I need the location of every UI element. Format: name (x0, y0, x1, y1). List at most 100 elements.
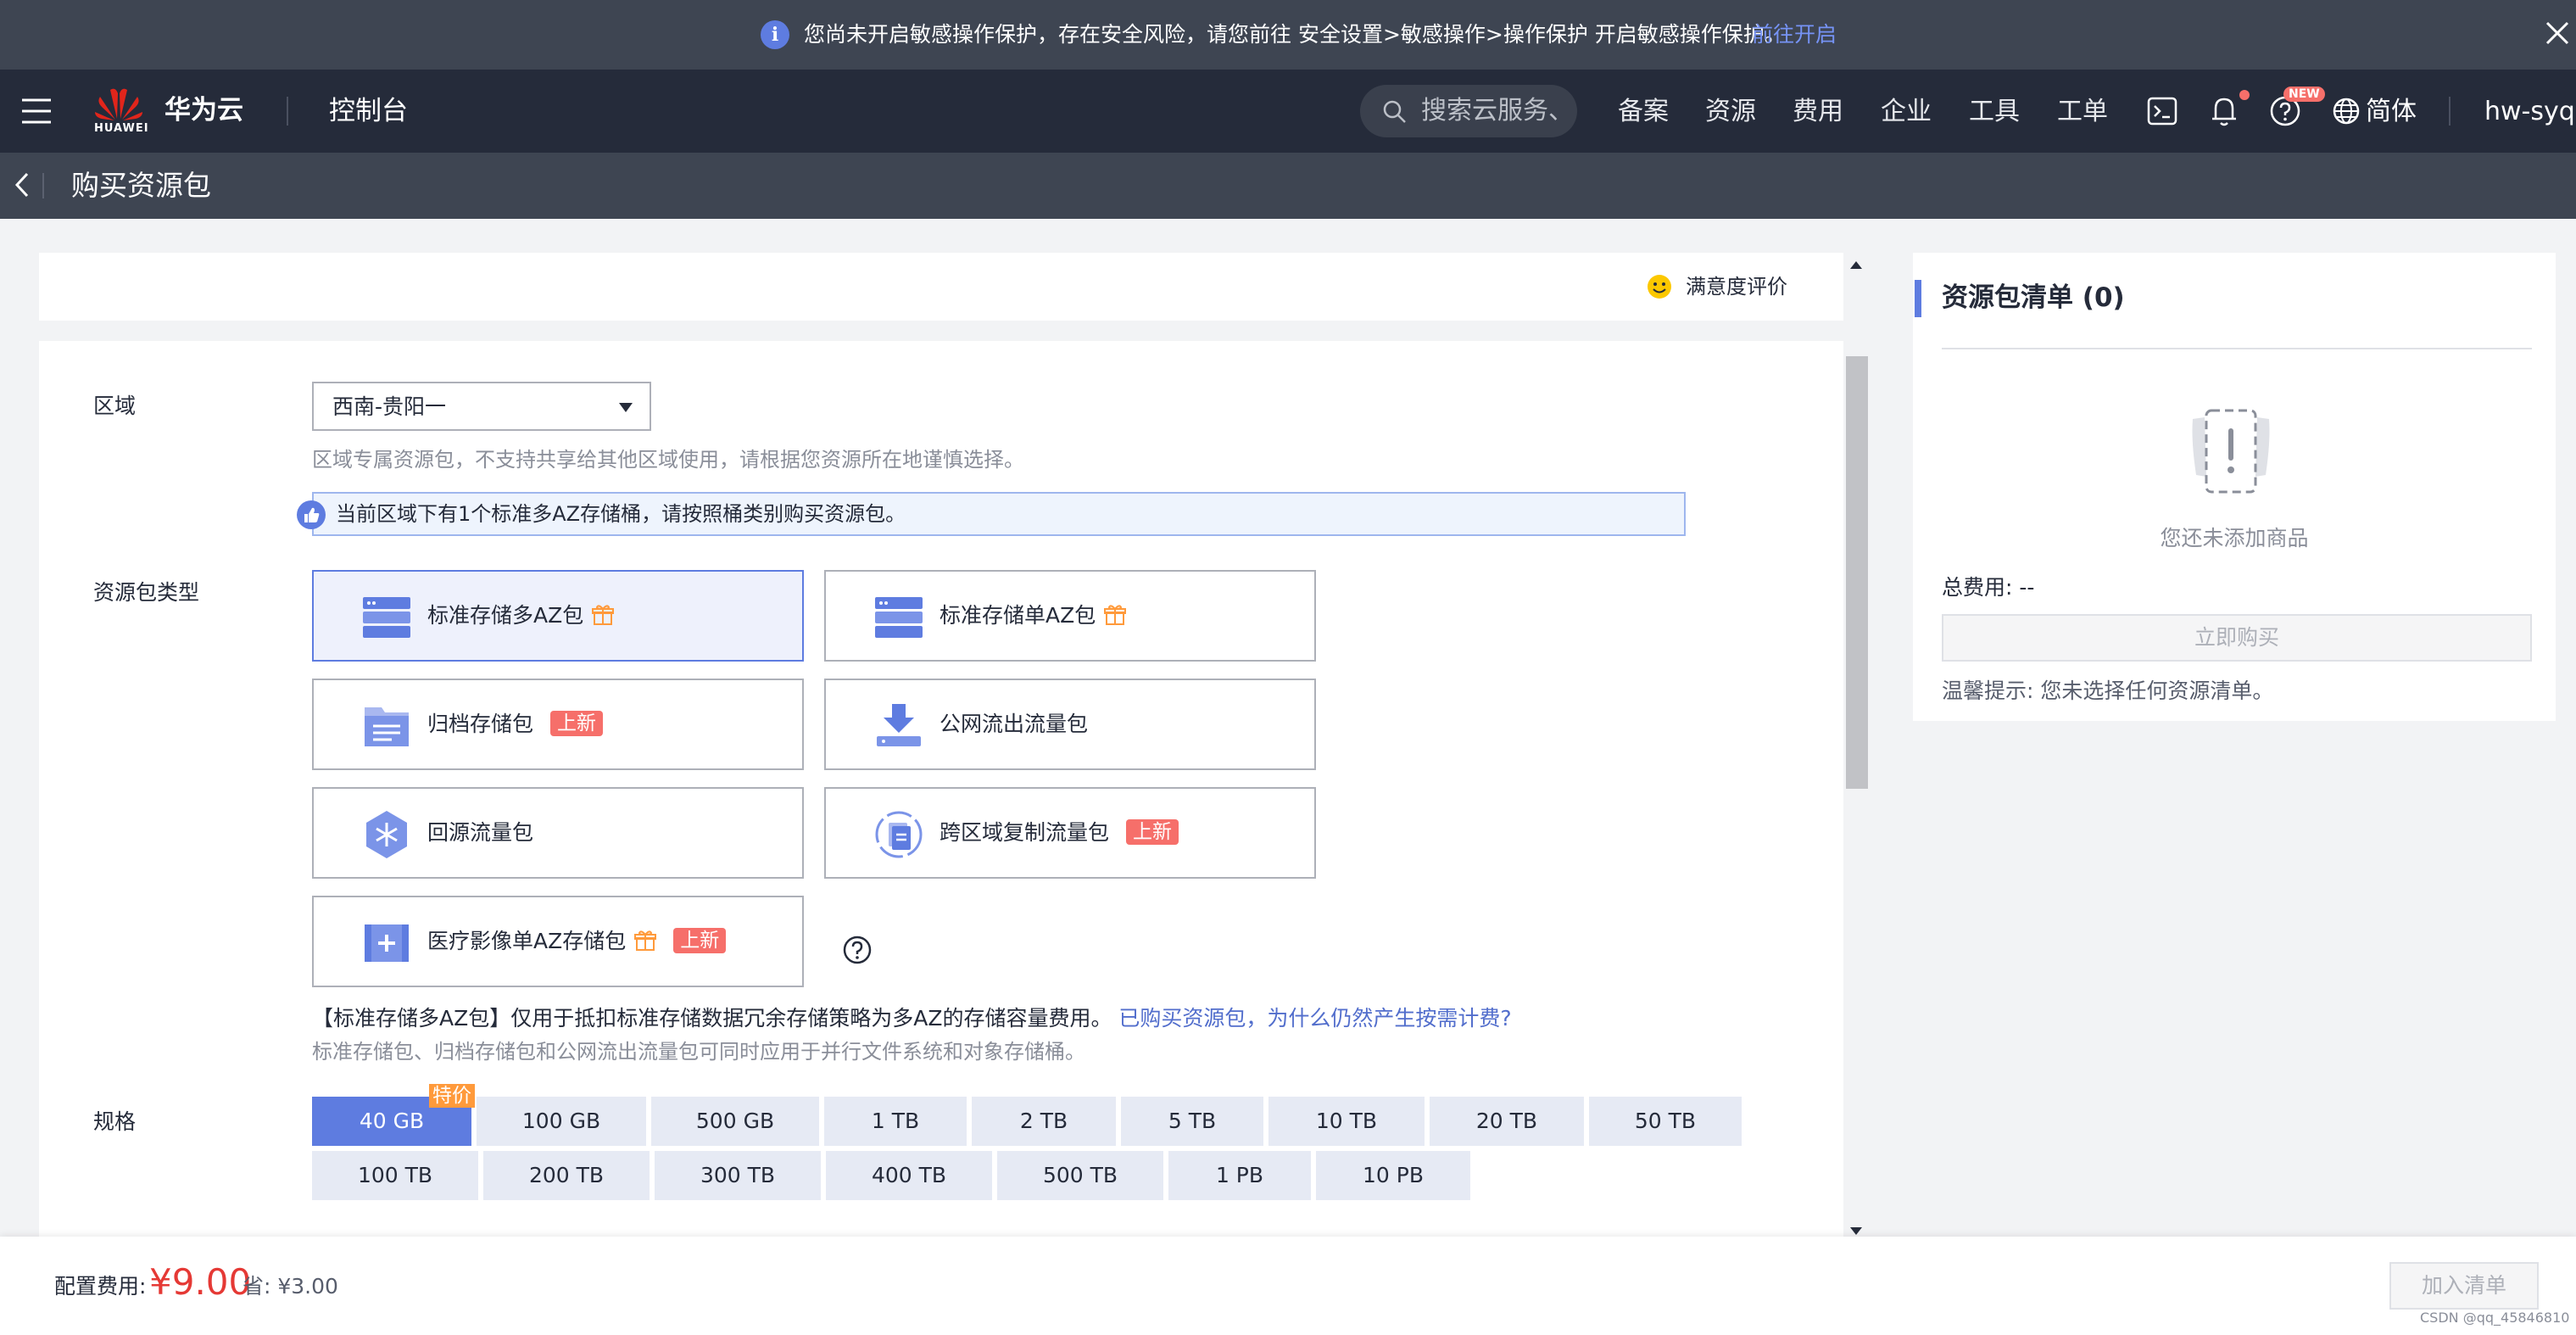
nav-tickets[interactable]: 工单 (2057, 93, 2108, 131)
spec-option[interactable]: 1 PB (1168, 1151, 1311, 1200)
gift-icon (1104, 605, 1127, 625)
package-medical-imaging-single-az[interactable]: 医疗影像单AZ存储包 上新 (312, 896, 804, 987)
new-badge: 上新 (1126, 819, 1179, 845)
storage-icon (363, 597, 410, 638)
notification-dot (2239, 90, 2250, 100)
divider (287, 97, 288, 126)
nav-billing[interactable]: 费用 (1793, 93, 1843, 131)
bottom-price-bar: 配置费用: ¥9.00 省: ¥3.00 加入清单 (0, 1237, 2576, 1335)
close-icon[interactable] (2542, 18, 2573, 48)
spec-option[interactable]: 300 TB (655, 1151, 821, 1200)
package-name: 医疗影像单AZ存储包 (427, 929, 627, 953)
divider (42, 173, 44, 198)
region-hint: 区域专属资源包，不支持共享给其他区域使用，请根据您资源所在地谨慎选择。 (312, 448, 1024, 472)
user-menu[interactable]: hw-syq (2484, 93, 2575, 131)
spec-option[interactable]: 10 PB (1316, 1151, 1470, 1200)
back-icon[interactable] (10, 170, 36, 199)
package-standard-single-az[interactable]: 标准存储单AZ包 (824, 570, 1316, 662)
billing-faq-link[interactable]: 已购买资源包，为什么仍然产生按需计费? (1118, 1006, 1511, 1031)
scrollbar-thumb[interactable] (1846, 356, 1868, 789)
package-archive-storage[interactable]: 归档存储包 上新 (312, 679, 804, 770)
empty-cart-icon (2192, 409, 2270, 494)
spec-option[interactable]: 50 TB (1589, 1097, 1742, 1146)
top-navigation: HUAWEI 华为云 控制台 搜索云服务、 备案 资源 费用 企业 工具 工单 … (0, 70, 2576, 153)
spec-option[interactable]: 2 TB (972, 1097, 1116, 1146)
feedback-bar (39, 253, 1843, 321)
config-price: ¥9.00 (149, 1261, 252, 1303)
config-cost-label: 配置费用: (54, 1274, 147, 1299)
globe-icon[interactable] (2332, 96, 2361, 126)
scroll-up-arrow[interactable] (1848, 258, 1864, 271)
nav-beian[interactable]: 备案 (1618, 93, 1669, 131)
cart-title: 资源包清单 (0) (1942, 282, 2125, 313)
region-tip: 当前区域下有1个标准多AZ存储桶，请按照桶类别购买资源包。 (312, 492, 1686, 536)
info-icon: i (761, 20, 789, 49)
smiley-icon (1648, 275, 1671, 299)
nav-resources[interactable]: 资源 (1705, 93, 1756, 131)
spec-option[interactable]: 20 TB (1430, 1097, 1584, 1146)
nav-tools[interactable]: 工具 (1969, 93, 2020, 131)
nav-enterprise[interactable]: 企业 (1881, 93, 1932, 131)
enable-protection-link[interactable]: 前往开启 (1752, 19, 1837, 51)
spec-option[interactable]: 100 GB (477, 1097, 646, 1146)
cart-tip: 温馨提示: 您未选择任何资源清单。 (1942, 679, 2274, 703)
spec-option[interactable]: 1 TB (824, 1097, 967, 1146)
question-icon[interactable] (842, 935, 873, 965)
package-sub-description: 标准存储包、归档存储包和公网流出流量包可同时应用于并行文件系统和对象存储桶。 (312, 1040, 1085, 1064)
spec-option[interactable]: 100 TB (312, 1151, 478, 1200)
terminal-icon[interactable] (2147, 97, 2177, 126)
spec-option[interactable]: 5 TB (1121, 1097, 1263, 1146)
spec-option[interactable]: 200 TB (483, 1151, 650, 1200)
title-accent-bar (1915, 280, 1921, 317)
security-notice-bar: i 您尚未开启敏感操作保护，存在安全风险，请您前往 安全设置>敏感操作>操作保护… (0, 0, 2576, 70)
snowflake-hexagon-icon (366, 811, 407, 858)
download-traffic-icon (877, 704, 921, 746)
bell-icon[interactable] (2210, 95, 2239, 127)
package-cross-region-replication[interactable]: 跨区域复制流量包 上新 (824, 787, 1316, 879)
package-public-outbound-traffic[interactable]: 公网流出流量包 (824, 679, 1316, 770)
region-label: 区域 (93, 394, 137, 418)
region-tip-text: 当前区域下有1个标准多AZ存储桶，请按照桶类别购买资源包。 (336, 502, 906, 526)
spec-option[interactable]: 500 GB (651, 1097, 819, 1146)
spec-option[interactable]: 10 TB (1268, 1097, 1425, 1146)
special-price-tag: 特价 (429, 1084, 475, 1108)
storage-icon (875, 597, 923, 638)
gift-icon (592, 605, 615, 625)
total-cost: 总费用: -- (1942, 575, 2035, 600)
spec-label: 规格 (93, 1109, 137, 1134)
brand-name[interactable]: 华为云 (164, 92, 243, 129)
resource-cart-panel: 资源包清单 (0) 您还未添加商品 总费用: -- 立即购买 温馨提示: 您未选… (1913, 253, 2556, 721)
new-badge: NEW (2283, 87, 2325, 102)
empty-cart-text: 您还未添加商品 (2160, 526, 2309, 550)
region-value: 西南-贵阳一 (332, 394, 447, 419)
region-select[interactable]: 西南-贵阳一 (312, 382, 651, 431)
package-standard-multi-az[interactable]: 标准存储多AZ包 (312, 570, 804, 662)
buy-now-button[interactable]: 立即购买 (1942, 614, 2532, 662)
package-origin-pull-traffic[interactable]: 回源流量包 (312, 787, 804, 879)
package-name: 回源流量包 (427, 820, 534, 845)
divider (1942, 348, 2532, 349)
menu-icon[interactable] (20, 97, 53, 126)
page-header: 购买资源包 (0, 153, 2576, 219)
satisfaction-label: 满意度评价 (1686, 275, 1787, 299)
package-type-label: 资源包类型 (93, 580, 200, 605)
console-link[interactable]: 控制台 (329, 92, 408, 131)
language-switch[interactable]: 简体 (2366, 93, 2417, 131)
package-description: 【标准存储多AZ包】仅用于抵扣标准存储数据冗余存储策略为多AZ的存储容量费用。 … (312, 1003, 1512, 1035)
notice-text: 您尚未开启敏感操作保护，存在安全风险，请您前往 安全设置>敏感操作>操作保护 开… (804, 22, 1786, 47)
savings-text: 省: ¥3.00 (243, 1274, 338, 1299)
thumbs-up-icon (297, 500, 326, 529)
gift-icon (634, 930, 657, 951)
description-text: 【标准存储多AZ包】仅用于抵扣标准存储数据冗余存储策略为多AZ的存储容量费用。 (312, 1006, 1112, 1031)
chevron-down-icon (619, 403, 633, 412)
logo-wordmark: HUAWEI (94, 122, 149, 135)
spec-option[interactable]: 400 TB (826, 1151, 992, 1200)
spec-option[interactable]: 500 TB (997, 1151, 1163, 1200)
package-name: 归档存储包 (427, 712, 534, 736)
search-input[interactable]: 搜索云服务、 (1360, 85, 1577, 137)
search-placeholder: 搜索云服务、 (1421, 96, 1574, 126)
package-name: 标准存储多AZ包 (427, 603, 584, 628)
page-title: 购买资源包 (71, 169, 211, 202)
add-to-list-button[interactable]: 加入清单 (2389, 1262, 2539, 1310)
new-badge: 上新 (550, 711, 604, 736)
